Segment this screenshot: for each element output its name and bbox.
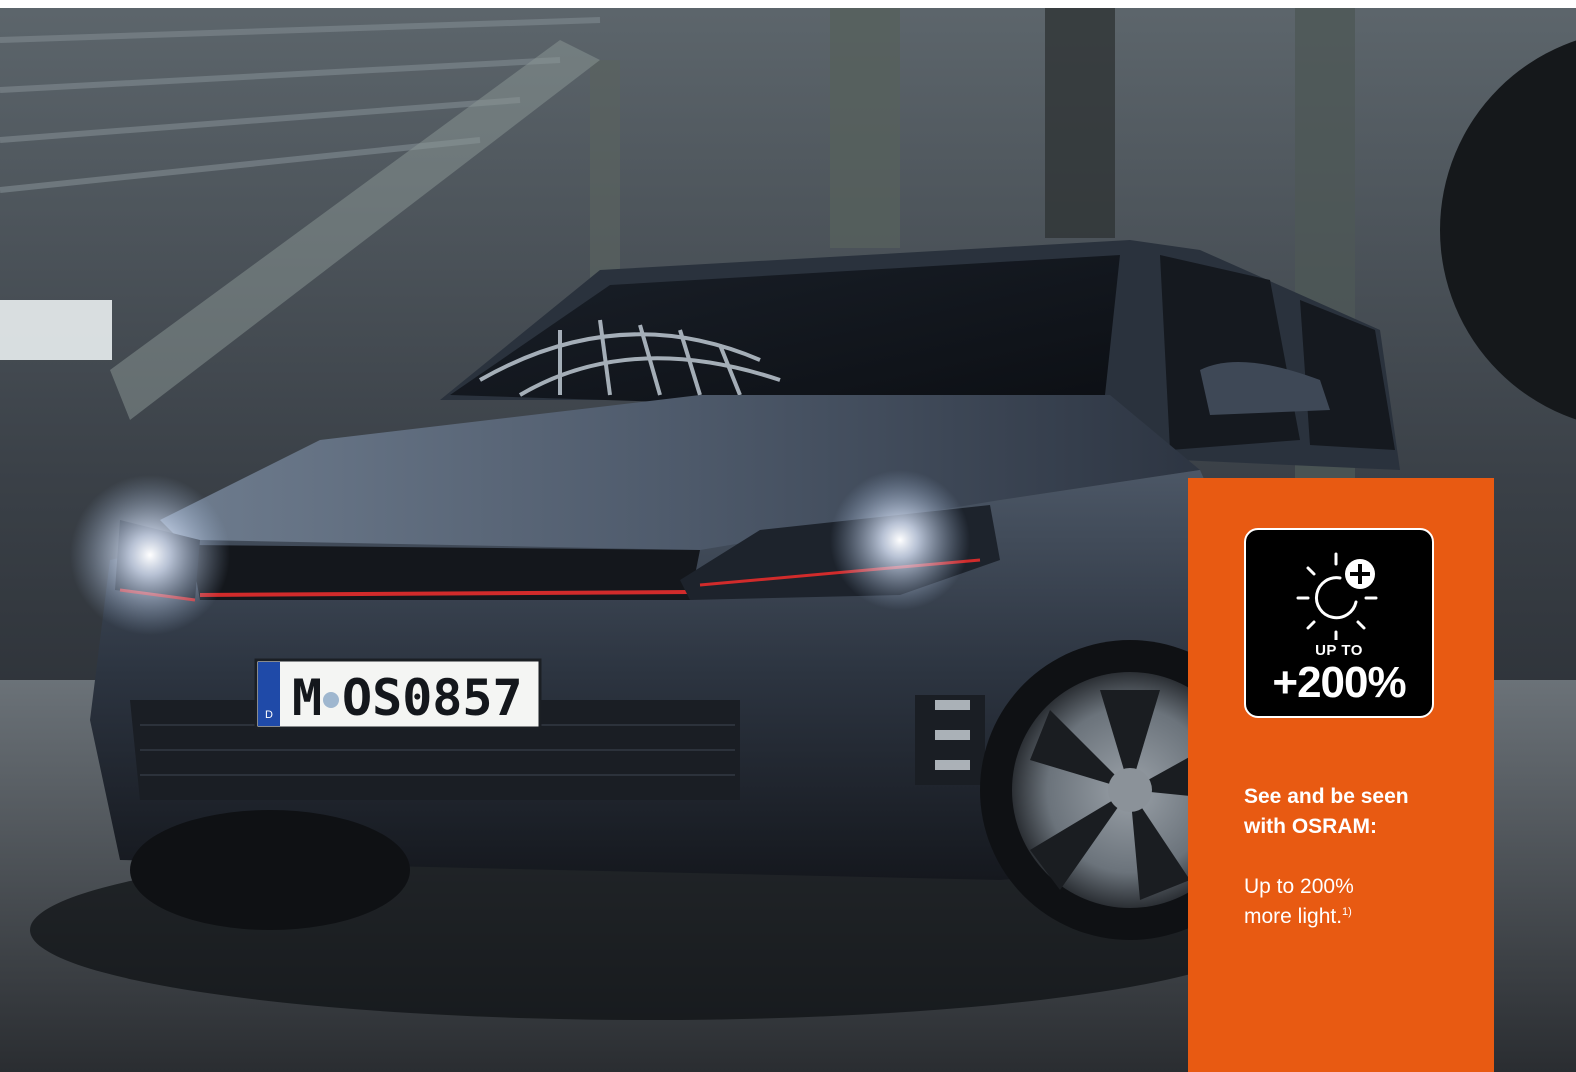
badge-up-to-label: UP TO	[1315, 642, 1363, 659]
brightness-plus-icon	[1296, 552, 1378, 640]
body-line-2: more light.	[1244, 905, 1343, 928]
headline-line-2: with OSRAM:	[1244, 815, 1377, 838]
footnote-marker: 1)	[1342, 906, 1352, 918]
page: D M OS0857 UP TO +200% See and be seen w…	[0, 0, 1576, 1072]
body-line-1: Up to 200%	[1244, 875, 1354, 898]
headline: See and be seen with OSRAM:	[1244, 782, 1474, 842]
plate-city: M	[292, 669, 322, 727]
promo-panel: UP TO +200% See and be seen with OSRAM: …	[1188, 478, 1494, 1072]
headline-line-1: See and be seen	[1244, 785, 1409, 808]
plate-country: D	[265, 709, 273, 721]
body-text: Up to 200% more light.1)	[1244, 872, 1474, 932]
badge-value: +200%	[1272, 658, 1406, 707]
plate-number: OS0857	[342, 669, 523, 727]
light-badge: UP TO +200%	[1244, 528, 1434, 718]
